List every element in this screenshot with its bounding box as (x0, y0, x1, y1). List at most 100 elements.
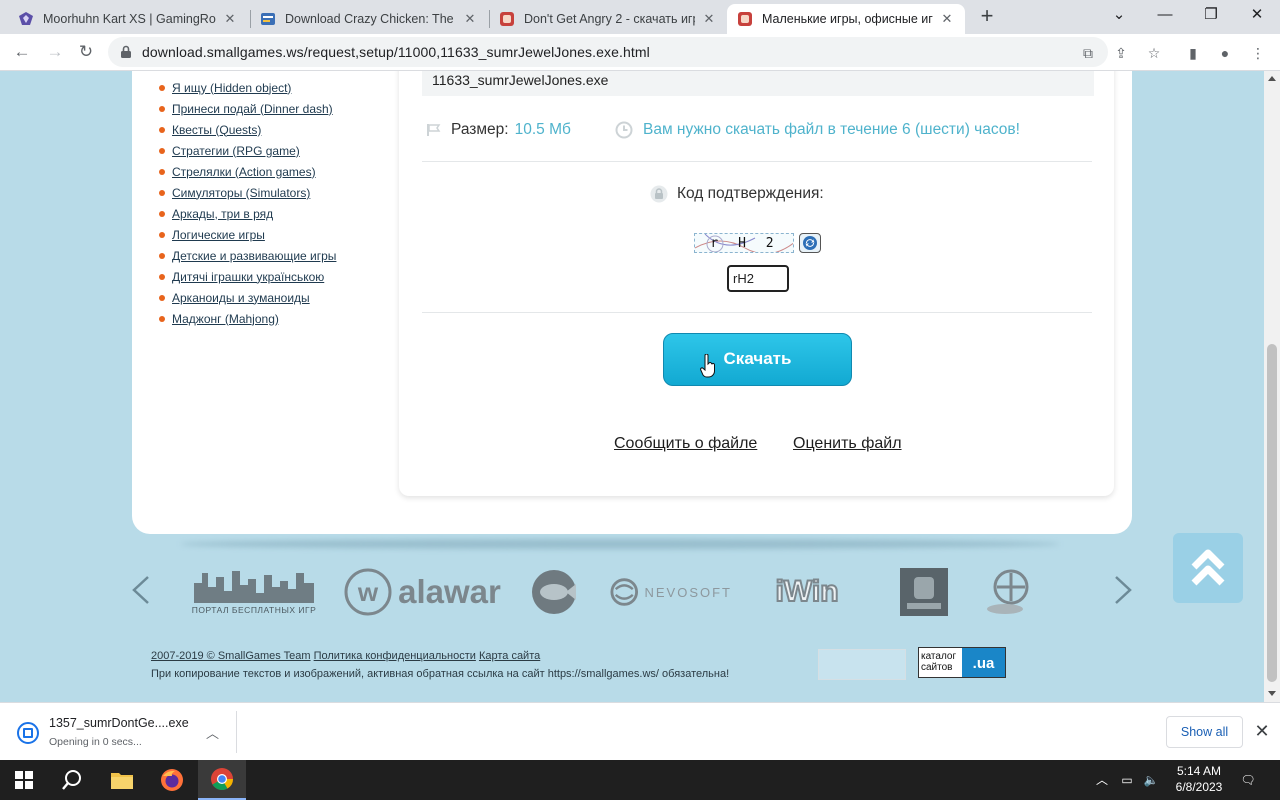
minimize-button[interactable]: — (1142, 0, 1188, 32)
scroll-down-arrow-icon[interactable] (1268, 691, 1276, 696)
refresh-icon (803, 236, 817, 250)
scroll-up-arrow-icon[interactable] (1268, 76, 1276, 81)
bullet-icon (159, 84, 165, 91)
divider (236, 711, 237, 753)
close-tab-icon[interactable]: ✕ (462, 11, 478, 27)
download-favicon-icon (261, 13, 275, 25)
profile-icon[interactable]: ● (1215, 43, 1235, 63)
close-tab-icon[interactable]: ✕ (222, 11, 238, 27)
chevron-up-icon[interactable]: ︿ (206, 723, 219, 742)
folder-icon (111, 773, 133, 789)
show-all-button[interactable]: Show all (1166, 716, 1243, 748)
forward-button[interactable]: → (41, 38, 69, 66)
page-scrollbar[interactable] (1264, 71, 1280, 702)
tab-smallgames-active[interactable]: Маленькие игры, офисные игры ✕ (727, 4, 965, 34)
category-link[interactable]: Маджонг (Mahjong) (172, 312, 279, 326)
copyright-link[interactable]: 2007-2019 © SmallGames Team (151, 650, 311, 662)
notifications-icon[interactable]: 🗨 (1236, 760, 1260, 800)
bullet-icon (159, 105, 165, 112)
category-link[interactable]: Квесты (Quests) (172, 123, 261, 137)
captcha-refresh-button[interactable] (799, 233, 821, 253)
file-explorer-button[interactable] (98, 760, 146, 800)
category-link[interactable]: Арканоиды и зуманоиды (172, 291, 310, 305)
tab-crazy-chicken[interactable]: Download Crazy Chicken: The Or ✕ (250, 4, 488, 34)
close-window-button[interactable]: ✕ (1234, 0, 1280, 32)
search-button[interactable] (48, 760, 96, 800)
bookmark-star-icon[interactable]: ☆ (1144, 43, 1164, 63)
category-link[interactable]: Логические игры (172, 228, 265, 242)
download-button[interactable]: Скачать (663, 333, 852, 386)
reload-button[interactable]: ↻ (72, 38, 100, 66)
tray-overflow-icon[interactable]: ︿ (1092, 760, 1112, 800)
smallgames-favicon-icon (500, 12, 514, 26)
rate-file-link[interactable]: Оценить файл (793, 435, 902, 453)
clock-time: 5:14 AM (1176, 764, 1222, 778)
lock-icon[interactable] (119, 45, 133, 59)
category-link[interactable]: Симуляторы (Simulators) (172, 186, 310, 200)
close-tab-icon[interactable]: ✕ (701, 11, 717, 27)
captcha-image: r H 2 (694, 233, 794, 253)
logo-portal-besplatnyh-igr[interactable]: ПОРТАЛ БЕСПЛАТНЫХ ИГР (190, 565, 318, 619)
captcha-input[interactable] (727, 265, 789, 292)
url-text[interactable]: download.smallgames.ws/request,setup/110… (142, 44, 650, 60)
chrome-button[interactable] (198, 760, 246, 800)
close-tab-icon[interactable]: ✕ (939, 11, 955, 27)
i-ua-catalog-badge[interactable]: каталог сайтов .ua (918, 647, 1006, 678)
content-shadow (180, 539, 1060, 549)
chrome-icon (211, 768, 233, 790)
category-link[interactable]: Стрелялки (Action games) (172, 165, 316, 179)
firefox-button[interactable] (148, 760, 196, 800)
side-panel-icon[interactable]: ▮ (1183, 43, 1203, 63)
confirmation-label-row: Код подтверждения: (650, 185, 824, 203)
tab-moorhuhn[interactable]: Moorhuhn Kart XS | GamingRoom ✕ (8, 4, 248, 34)
carousel-prev-arrow-icon[interactable] (130, 575, 152, 605)
tab-dont-get-angry[interactable]: Don't Get Angry 2 - скачать игр ✕ (489, 4, 727, 34)
logo-alawar[interactable]: w alawar (340, 565, 505, 619)
category-link[interactable]: Аркады, три в ряд (172, 207, 273, 221)
size-value: 10.5 Мб (514, 121, 571, 138)
confirmation-label: Код подтверждения: (677, 185, 824, 202)
category-link[interactable]: Принеси подай (Dinner dash) (172, 102, 333, 116)
scrollbar-thumb[interactable] (1267, 344, 1277, 682)
category-link[interactable]: Дитячі іграшки українською (172, 270, 324, 284)
city-skyline-icon (194, 571, 314, 603)
share-icon[interactable]: ⇪ (1111, 43, 1131, 63)
new-tab-button[interactable]: + (975, 5, 999, 29)
category-item: Детские и развивающие игры (159, 245, 336, 266)
close-shelf-icon[interactable]: ✕ (1252, 721, 1272, 741)
logo-big-fish[interactable] (526, 565, 581, 619)
scroll-to-top-button[interactable] (1173, 533, 1243, 603)
category-link[interactable]: Детские и развивающие игры (172, 249, 336, 263)
logo-playrix[interactable] (898, 565, 950, 619)
category-item: Симуляторы (Simulators) (159, 182, 336, 203)
sitemap-link[interactable]: Карта сайта (479, 650, 540, 662)
menu-kebab-icon[interactable]: ⋮ (1248, 43, 1268, 63)
carousel-next-arrow-icon[interactable] (1112, 575, 1134, 605)
filename-text: 11633_sumrJewelJones.exe (432, 72, 609, 88)
report-file-link[interactable]: Сообщить о файле (614, 435, 757, 453)
bullet-icon (159, 189, 165, 196)
divider (422, 312, 1092, 313)
category-link[interactable]: Я ищу (Hidden object) (172, 81, 291, 95)
badge-brand: .ua (962, 648, 1005, 677)
volume-muted-icon[interactable]: 🔈 (1140, 760, 1162, 800)
counter-badge[interactable] (818, 649, 906, 680)
partners-carousel: ПОРТАЛ БЕСПЛАТНЫХ ИГР w alawar NEVOSOFT … (0, 559, 1264, 629)
tab-title: Moorhuhn Kart XS | GamingRoom (43, 12, 216, 26)
logo-iwin[interactable]: iWin (757, 565, 857, 619)
translate-icon[interactable]: ⧉ (1078, 43, 1098, 63)
clock[interactable]: 5:14 AM 6/8/2023 (1166, 760, 1232, 800)
category-item: Аркады, три в ряд (159, 203, 336, 224)
logo-game-house[interactable] (982, 565, 1034, 619)
start-button[interactable] (0, 760, 48, 800)
network-icon[interactable]: ▭ (1116, 760, 1138, 800)
address-bar[interactable]: download.smallgames.ws/request,setup/110… (108, 37, 1108, 67)
back-button[interactable]: ← (8, 38, 36, 66)
download-item[interactable]: 1357_sumrDontGe....exe Opening in 0 secs… (12, 711, 236, 753)
logo-nevosoft[interactable]: NEVOSOFT (610, 565, 732, 619)
restore-button[interactable]: ❐ (1188, 0, 1234, 32)
category-link[interactable]: Стратегии (RPG game) (172, 144, 300, 158)
privacy-link[interactable]: Политика конфиденциальности (314, 650, 476, 662)
tab-search-icon[interactable]: ⌄ (1096, 0, 1142, 32)
bullet-icon (159, 294, 165, 301)
